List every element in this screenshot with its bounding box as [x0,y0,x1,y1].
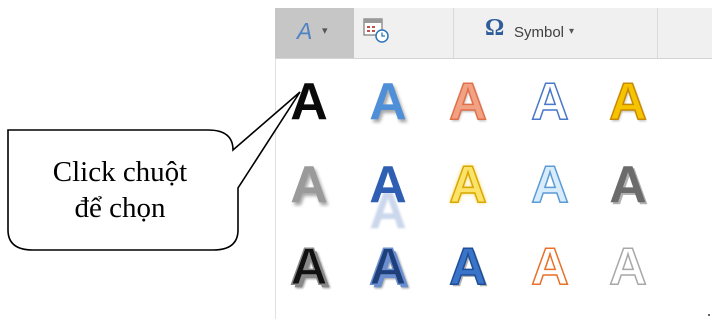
omega-icon: Ω [485,15,505,41]
chevron-down-icon: ▾ [569,26,575,37]
wordart-text-icon: A [297,18,313,44]
callout-text: Click chuột để chọn [14,154,226,226]
wordart-style-14[interactable]: A [520,237,580,297]
symbol-label: Symbol [514,24,565,41]
ribbon-toolbar: A ▾ Ω Symbol ▾ [275,8,712,59]
toolbar-divider [453,8,454,58]
callout-line-1: Click chuột [52,156,188,188]
wordart-style-3[interactable]: A [438,72,498,132]
wordart-style-4[interactable]: A [520,72,580,132]
chevron-down-icon: ▾ [322,25,328,37]
wordart-style-7[interactable]: A [358,155,418,215]
wordart-style-2[interactable]: A [358,72,418,132]
wordart-style-10[interactable]: A [598,155,658,215]
wordart-style-gallery: AAAAAAAAAAAAAAA [275,59,712,319]
symbol-button[interactable]: Ω Symbol ▾ [457,8,587,58]
wordart-style-5[interactable]: A [598,72,658,132]
wordart-style-12[interactable]: A [358,237,418,297]
toolbar-divider [657,8,658,58]
date-time-icon [363,18,389,43]
wordart-style-6[interactable]: A [279,155,339,215]
wordart-style-8[interactable]: A [438,155,498,215]
resize-handle [708,314,710,316]
wordart-style-9[interactable]: A [520,155,580,215]
date-time-button[interactable] [359,8,395,58]
wordart-button[interactable]: A ▾ [275,8,354,58]
callout-line-2: để chọn [74,192,166,224]
wordart-style-13[interactable]: A [438,237,498,297]
wordart-style-15[interactable]: A [598,237,658,297]
wordart-style-1[interactable]: A [279,72,339,132]
wordart-style-11[interactable]: A [279,237,339,297]
